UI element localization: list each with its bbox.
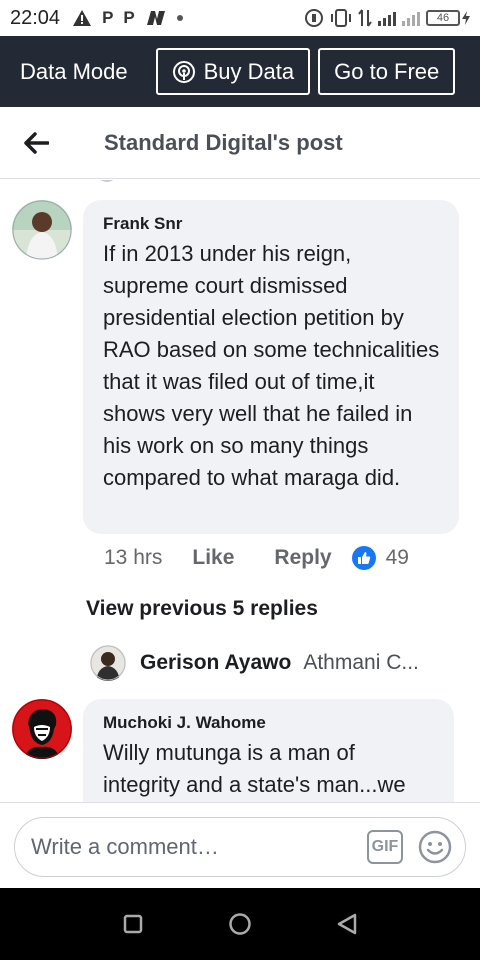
comment-text: Willy mutunga is a man of integrity and …	[103, 740, 406, 797]
comment-time[interactable]: 13 hrs	[104, 546, 162, 570]
dot-icon	[176, 15, 183, 21]
comment-actions: 13 hrs Like Reply 49	[104, 546, 409, 570]
back-nav-button[interactable]	[327, 904, 367, 944]
comment-author[interactable]: Muchoki J. Wahome	[103, 713, 436, 733]
reply-preview[interactable]: Gerison Ayawo Athmani C...	[90, 645, 419, 681]
comment-composer: GIF	[0, 802, 480, 888]
comment-input[interactable]	[31, 834, 351, 860]
warning-icon	[73, 10, 92, 26]
reply-author[interactable]: Gerison Ayawo	[140, 651, 291, 675]
home-button[interactable]	[220, 904, 260, 944]
back-button[interactable]	[16, 123, 56, 163]
avatar[interactable]	[12, 699, 72, 759]
buy-data-button[interactable]: Buy Data	[155, 48, 311, 95]
avatar[interactable]	[12, 200, 72, 260]
charging-icon	[462, 11, 470, 25]
data-transfer-icon	[358, 9, 372, 27]
data-mode-label: Data Mode	[20, 58, 128, 84]
triangle-back-icon	[337, 913, 356, 935]
comment-text: If in 2013 under his reign, supreme cour…	[103, 241, 440, 490]
thumbs-up-icon	[351, 546, 376, 570]
broadcast-icon	[172, 60, 195, 83]
battery-level: 46	[426, 10, 460, 26]
comment-bubble[interactable]: Muchoki J. Wahome Willy mutunga is a man…	[83, 699, 454, 802]
comment-author[interactable]: Frank Snr	[103, 214, 441, 234]
page-title: Standard Digital's post	[104, 129, 343, 155]
news-icon	[146, 11, 165, 25]
view-previous-replies[interactable]: View previous 5 replies	[86, 597, 318, 621]
comment-bubble[interactable]: Frank Snr If in 2013 under his reign, su…	[83, 200, 459, 534]
post-header: Standard Digital's post	[0, 107, 480, 179]
p-icon: P	[123, 8, 135, 27]
comments-list[interactable]: Frank Snr If in 2013 under his reign, su…	[0, 180, 480, 802]
back-arrow-icon	[24, 131, 49, 154]
status-bar: 22:04 P P 46	[0, 0, 480, 36]
signal-icon-2	[402, 10, 420, 26]
gif-button[interactable]: GIF	[367, 830, 403, 864]
system-nav-bar	[0, 888, 480, 960]
like-button[interactable]: Like	[192, 546, 234, 570]
data-mode-bar: Data Mode Buy Data Go to Free	[0, 36, 480, 107]
notification-icons: P P	[72, 8, 183, 28]
vibrate-icon	[331, 9, 351, 27]
system-icons: 46	[304, 8, 470, 28]
emoji-icon[interactable]	[418, 830, 452, 864]
signal-icon	[378, 10, 396, 26]
buy-data-label: Buy Data	[203, 58, 295, 84]
p-icon: P	[102, 8, 114, 27]
go-to-free-button[interactable]: Go to Free	[318, 48, 456, 95]
battery-icon: 46	[426, 10, 470, 26]
circle-icon	[229, 913, 251, 935]
reply-preview-text: Athmani C...	[303, 651, 419, 674]
status-time: 22:04	[10, 6, 61, 29]
recent-apps-button[interactable]	[113, 904, 153, 944]
comment-input-box[interactable]: GIF	[14, 817, 466, 877]
square-icon	[124, 914, 143, 934]
avatar[interactable]	[90, 645, 126, 681]
like-count[interactable]: 49	[386, 546, 409, 570]
sim-icon	[305, 9, 323, 27]
scroll-indicator	[96, 180, 118, 182]
go-to-free-label: Go to Free	[334, 58, 440, 84]
reply-button[interactable]: Reply	[274, 546, 331, 570]
